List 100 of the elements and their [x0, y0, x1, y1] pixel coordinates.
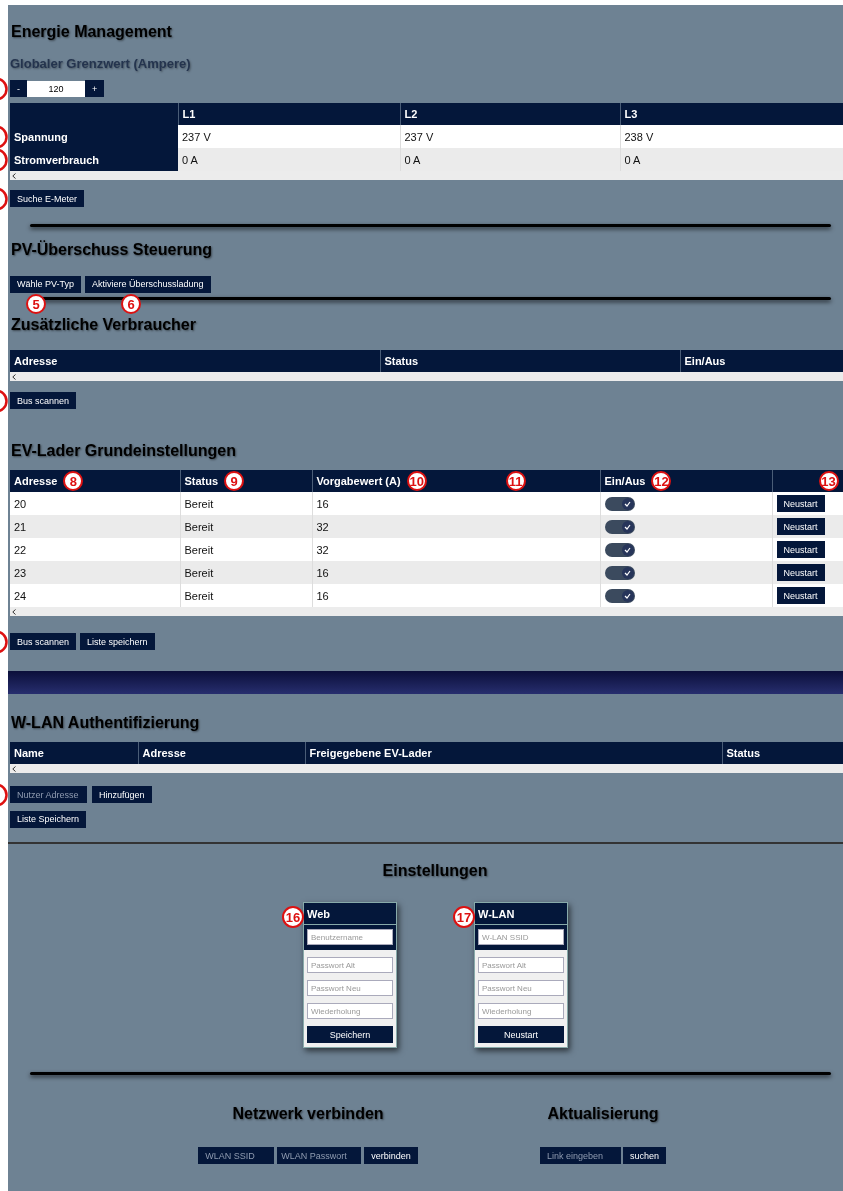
section-title: PV-Überschuss Steuerung — [10, 241, 213, 259]
table-header-cell: Freigegebene EV-Lader — [305, 742, 722, 764]
table-cell: Bereit — [180, 515, 312, 538]
password-input[interactable]: WLAN Passwort — [277, 1147, 362, 1164]
table-cell: 0 A — [178, 148, 400, 171]
restart-button[interactable]: Neustart — [776, 495, 825, 512]
add-button[interactable]: Hinzufügen — [92, 786, 152, 803]
limit-input[interactable]: 120 — [27, 80, 85, 97]
column-label: Status — [184, 475, 219, 487]
restart-button[interactable]: Neustart — [776, 564, 825, 581]
table-header-cell: Status — [722, 742, 843, 764]
callout-number: 16 — [282, 906, 304, 928]
table-header-cell: Adresse — [10, 350, 380, 372]
table-header-cell: Ein/Aus — [680, 350, 843, 372]
table-header-cell: L2 — [400, 103, 620, 125]
table-header-cell: L1 — [178, 103, 400, 125]
callout-number: 5 — [26, 294, 46, 314]
search-button[interactable]: suchen — [623, 1147, 666, 1164]
section-title: Netzwerk verbinden — [232, 1105, 384, 1123]
callout-number: 13 — [818, 471, 839, 491]
table-header-cell: Adresse — [138, 742, 305, 764]
scrollbar[interactable] — [10, 607, 843, 616]
callout-number: 9 — [224, 471, 245, 491]
decrement-button[interactable]: - — [10, 80, 27, 97]
increment-button[interactable]: + — [85, 80, 105, 97]
save-list-button[interactable]: Liste Speichern — [10, 810, 87, 828]
toggle-switch[interactable] — [604, 565, 635, 580]
table-header-cell: Name — [10, 742, 138, 764]
list-button[interactable]: Bus scannen — [10, 633, 77, 650]
search-meter-button[interactable]: Suche E-Meter — [10, 190, 85, 207]
table-cell: Bereit — [180, 492, 312, 515]
toggle-switch[interactable] — [604, 496, 635, 511]
link-input[interactable]: Link eingeben — [540, 1147, 621, 1164]
scroll-left-icon[interactable] — [12, 172, 16, 179]
check-icon — [624, 546, 631, 553]
table-cell: 0 A — [400, 148, 620, 171]
table-header-cell: Status — [380, 350, 680, 372]
connect-button[interactable]: verbinden — [364, 1147, 418, 1164]
scroll-left-icon[interactable] — [12, 608, 16, 615]
toggle-switch[interactable] — [604, 542, 635, 557]
card-button[interactable]: Speichern — [307, 1026, 393, 1043]
pv-button[interactable]: Wähle PV-Typ — [10, 275, 82, 293]
text-input[interactable]: Wiederholung — [478, 1003, 564, 1019]
section-title: Einstellungen — [382, 862, 488, 880]
card-title: Web — [304, 903, 396, 925]
table-cell: 16 — [312, 561, 600, 584]
table-cell: 16 — [312, 492, 600, 515]
card-button[interactable]: Neustart — [478, 1026, 564, 1043]
section-title: Zusätzliche Verbraucher — [10, 316, 197, 334]
callout-number: 11 — [505, 471, 526, 491]
column-label: Adresse — [14, 475, 58, 487]
section-title: Aktualisierung — [547, 1105, 659, 1123]
table-cell: Bereit — [180, 584, 312, 607]
scroll-left-icon[interactable] — [12, 765, 16, 772]
restart-button[interactable]: Neustart — [776, 587, 825, 604]
callout-number: 10 — [406, 471, 427, 491]
table-cell: 21 — [10, 515, 180, 538]
scrollbar[interactable] — [10, 372, 843, 381]
table-cell: 32 — [312, 515, 600, 538]
section-subtitle: Globaler Grenzwert (Ampere) — [10, 56, 192, 71]
table-cell: Bereit — [180, 538, 312, 561]
callout-number: 6 — [121, 294, 142, 314]
toggle-switch[interactable] — [604, 588, 635, 603]
table-cell: 237 V — [178, 125, 400, 148]
section-title: Energie Management — [10, 23, 173, 41]
callout-number: 17 — [453, 906, 475, 928]
scroll-left-icon[interactable] — [12, 373, 16, 380]
table-cell: Bereit — [180, 561, 312, 584]
scrollbar[interactable] — [10, 764, 843, 773]
text-input[interactable]: Passwort Alt — [307, 957, 393, 973]
callout-number: 12 — [651, 471, 672, 491]
list-button[interactable]: Liste speichern — [80, 633, 155, 650]
check-icon — [624, 523, 631, 530]
table-header-cell: L3 — [620, 103, 843, 125]
address-input[interactable]: Nutzer Adresse — [10, 786, 87, 803]
text-input[interactable]: Wiederholung — [307, 1003, 393, 1019]
section-title: EV-Lader Grundeinstellungen — [10, 442, 237, 460]
table-cell: 16 — [312, 584, 600, 607]
scan-button[interactable]: Bus scannen — [10, 392, 77, 409]
section-title: W-LAN Authentifizierung — [10, 714, 201, 732]
table-cell: 0 A — [620, 148, 843, 171]
scrollbar[interactable] — [10, 171, 843, 180]
ssid-input[interactable]: WLAN SSID — [198, 1147, 275, 1164]
pv-button[interactable]: Aktiviere Überschussladung — [85, 275, 211, 293]
table-cell: 24 — [10, 584, 180, 607]
table-cell: 32 — [312, 538, 600, 561]
text-input[interactable]: Passwort Neu — [478, 980, 564, 996]
text-input[interactable]: Benutzername — [307, 929, 393, 945]
text-input[interactable]: W-LAN SSID — [478, 929, 564, 945]
column-label: Vorgabewert (A) — [316, 475, 401, 487]
text-input[interactable]: Passwort Alt — [478, 957, 564, 973]
check-icon — [624, 500, 631, 507]
table-cell: 238 V — [620, 125, 843, 148]
callout-number: 8 — [63, 471, 84, 491]
card-title: W-LAN — [475, 903, 567, 925]
restart-button[interactable]: Neustart — [776, 541, 825, 558]
table-cell: 237 V — [400, 125, 620, 148]
restart-button[interactable]: Neustart — [776, 518, 825, 535]
toggle-switch[interactable] — [604, 519, 635, 534]
text-input[interactable]: Passwort Neu — [307, 980, 393, 996]
